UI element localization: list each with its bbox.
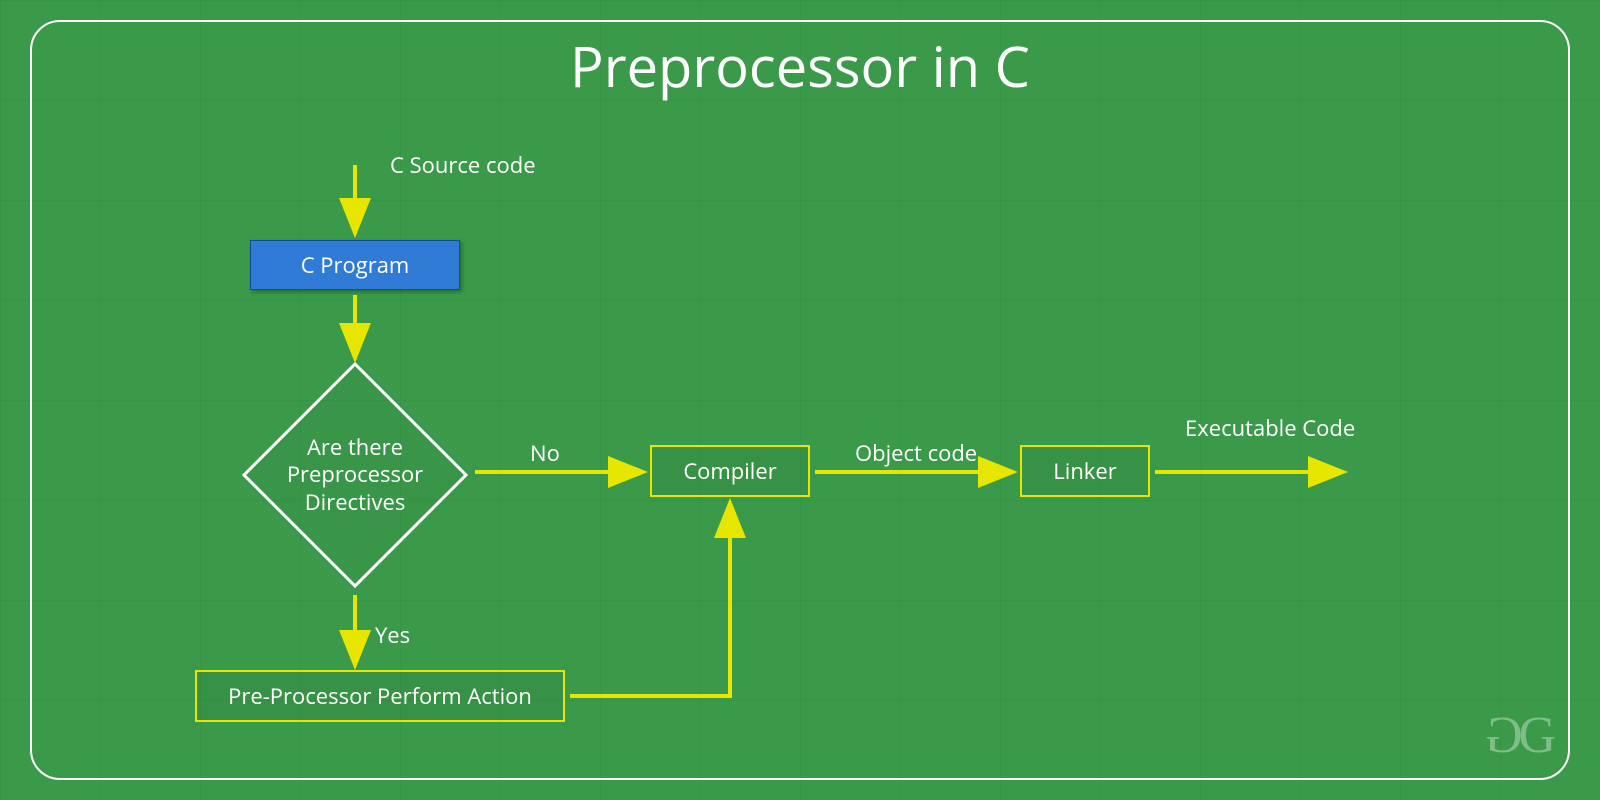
logo-g-icon: G <box>1518 707 1550 764</box>
diagram-title: Preprocessor in C <box>0 28 1600 104</box>
object-code-label: Object code <box>855 438 977 468</box>
linker-box: Linker <box>1020 445 1150 497</box>
decision-text: Are there Preprocessor Directives <box>240 434 470 517</box>
yes-label: Yes <box>375 620 410 650</box>
no-label: No <box>530 438 560 468</box>
decision-diamond: Are there Preprocessor Directives <box>240 360 470 590</box>
preprocessor-action-box: Pre-Processor Perform Action <box>195 670 565 722</box>
logo-g-flipped-icon: G <box>1491 706 1523 765</box>
watermark-logo: GG <box>1491 706 1550 765</box>
source-code-label: C Source code <box>390 150 536 180</box>
compiler-box: Compiler <box>650 445 810 497</box>
c-program-box: C Program <box>250 240 460 290</box>
executable-code-label: Executable Code <box>1185 415 1345 441</box>
